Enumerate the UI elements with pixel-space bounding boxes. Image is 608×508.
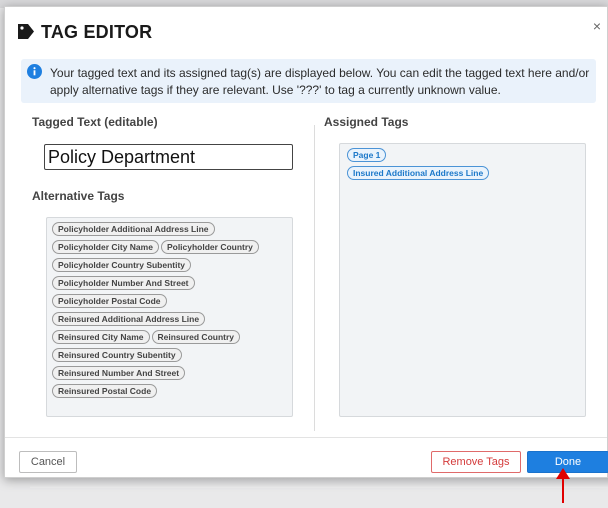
alternative-tags-label: Alternative Tags	[32, 189, 125, 203]
alternative-tags-row: Reinsured City Name Reinsured Country	[52, 330, 292, 348]
info-icon	[27, 64, 42, 84]
alternative-tag-chip[interactable]: Policyholder City Name	[52, 240, 159, 254]
alternative-tag-chip[interactable]: Reinsured Additional Address Line	[52, 312, 206, 326]
alternative-tag-chip[interactable]: Reinsured Country	[151, 330, 241, 344]
alternative-tag-chip[interactable]: Reinsured Country Subentity	[52, 348, 182, 362]
alternative-tags-row: Policyholder Postal Code	[52, 294, 292, 312]
alternative-tags-row: Reinsured Country Subentity	[52, 348, 292, 366]
alternative-tag-chip[interactable]: Reinsured Postal Code	[52, 384, 158, 398]
annotation-arrow-icon	[556, 468, 570, 508]
dialog-header: TAG EDITOR ×	[5, 7, 607, 51]
alternative-tags-row: Policyholder Additional Address Line	[52, 222, 292, 240]
cancel-button[interactable]: Cancel	[19, 451, 77, 473]
alternative-tag-chip[interactable]: Policyholder Country Subentity	[52, 258, 192, 272]
alternative-tags-row: Reinsured Number And Street	[52, 366, 292, 384]
dialog-shadow	[30, 478, 608, 488]
tagged-text-label: Tagged Text (editable)	[32, 115, 158, 129]
alternative-tags-row: Reinsured Additional Address Line	[52, 312, 292, 330]
alternative-tag-chip[interactable]: Reinsured City Name	[52, 330, 150, 344]
alternative-tag-chip[interactable]: Reinsured Number And Street	[52, 366, 186, 380]
footer-divider	[5, 437, 607, 438]
column-divider	[314, 125, 315, 431]
alternative-tags-row: Policyholder Number And Street	[52, 276, 292, 294]
alternative-tag-chip[interactable]: Policyholder Number And Street	[52, 276, 195, 290]
alternative-tags-panel: Policyholder Additional Address Line Poli…	[46, 217, 293, 417]
assigned-tags-label: Assigned Tags	[324, 115, 409, 129]
alternative-tag-chip[interactable]: Policyholder Additional Address Line	[52, 222, 215, 236]
remove-tags-button[interactable]: Remove Tags	[431, 451, 521, 473]
tag-editor-dialog: TAG EDITOR × Your tagged text and its as…	[4, 6, 608, 478]
close-icon[interactable]: ×	[593, 18, 601, 34]
assigned-tag-chip[interactable]: Insured Additional Address Line	[347, 166, 490, 180]
tagged-text-input[interactable]	[44, 144, 293, 170]
alternative-tags-row: Policyholder Country Subentity	[52, 258, 292, 276]
tag-icon	[18, 24, 35, 44]
assigned-tags-row: Page 1	[347, 148, 585, 166]
info-text: Your tagged text and its assigned tag(s)…	[50, 66, 590, 97]
info-banner: Your tagged text and its assigned tag(s)…	[21, 59, 596, 103]
alternative-tag-chip[interactable]: Policyholder Country	[160, 240, 259, 254]
assigned-tags-panel: Page 1 Insured Additional Address Line	[339, 143, 586, 417]
alternative-tags-row: Policyholder City Name Policyholder Count…	[52, 240, 292, 258]
alternative-tags-row: Reinsured Postal Code	[52, 384, 292, 402]
dialog-title: TAG EDITOR	[41, 22, 153, 42]
alternative-tag-chip[interactable]: Policyholder Postal Code	[52, 294, 167, 308]
assigned-tags-row: Insured Additional Address Line	[347, 166, 585, 184]
assigned-tag-chip[interactable]: Page 1	[347, 148, 387, 162]
